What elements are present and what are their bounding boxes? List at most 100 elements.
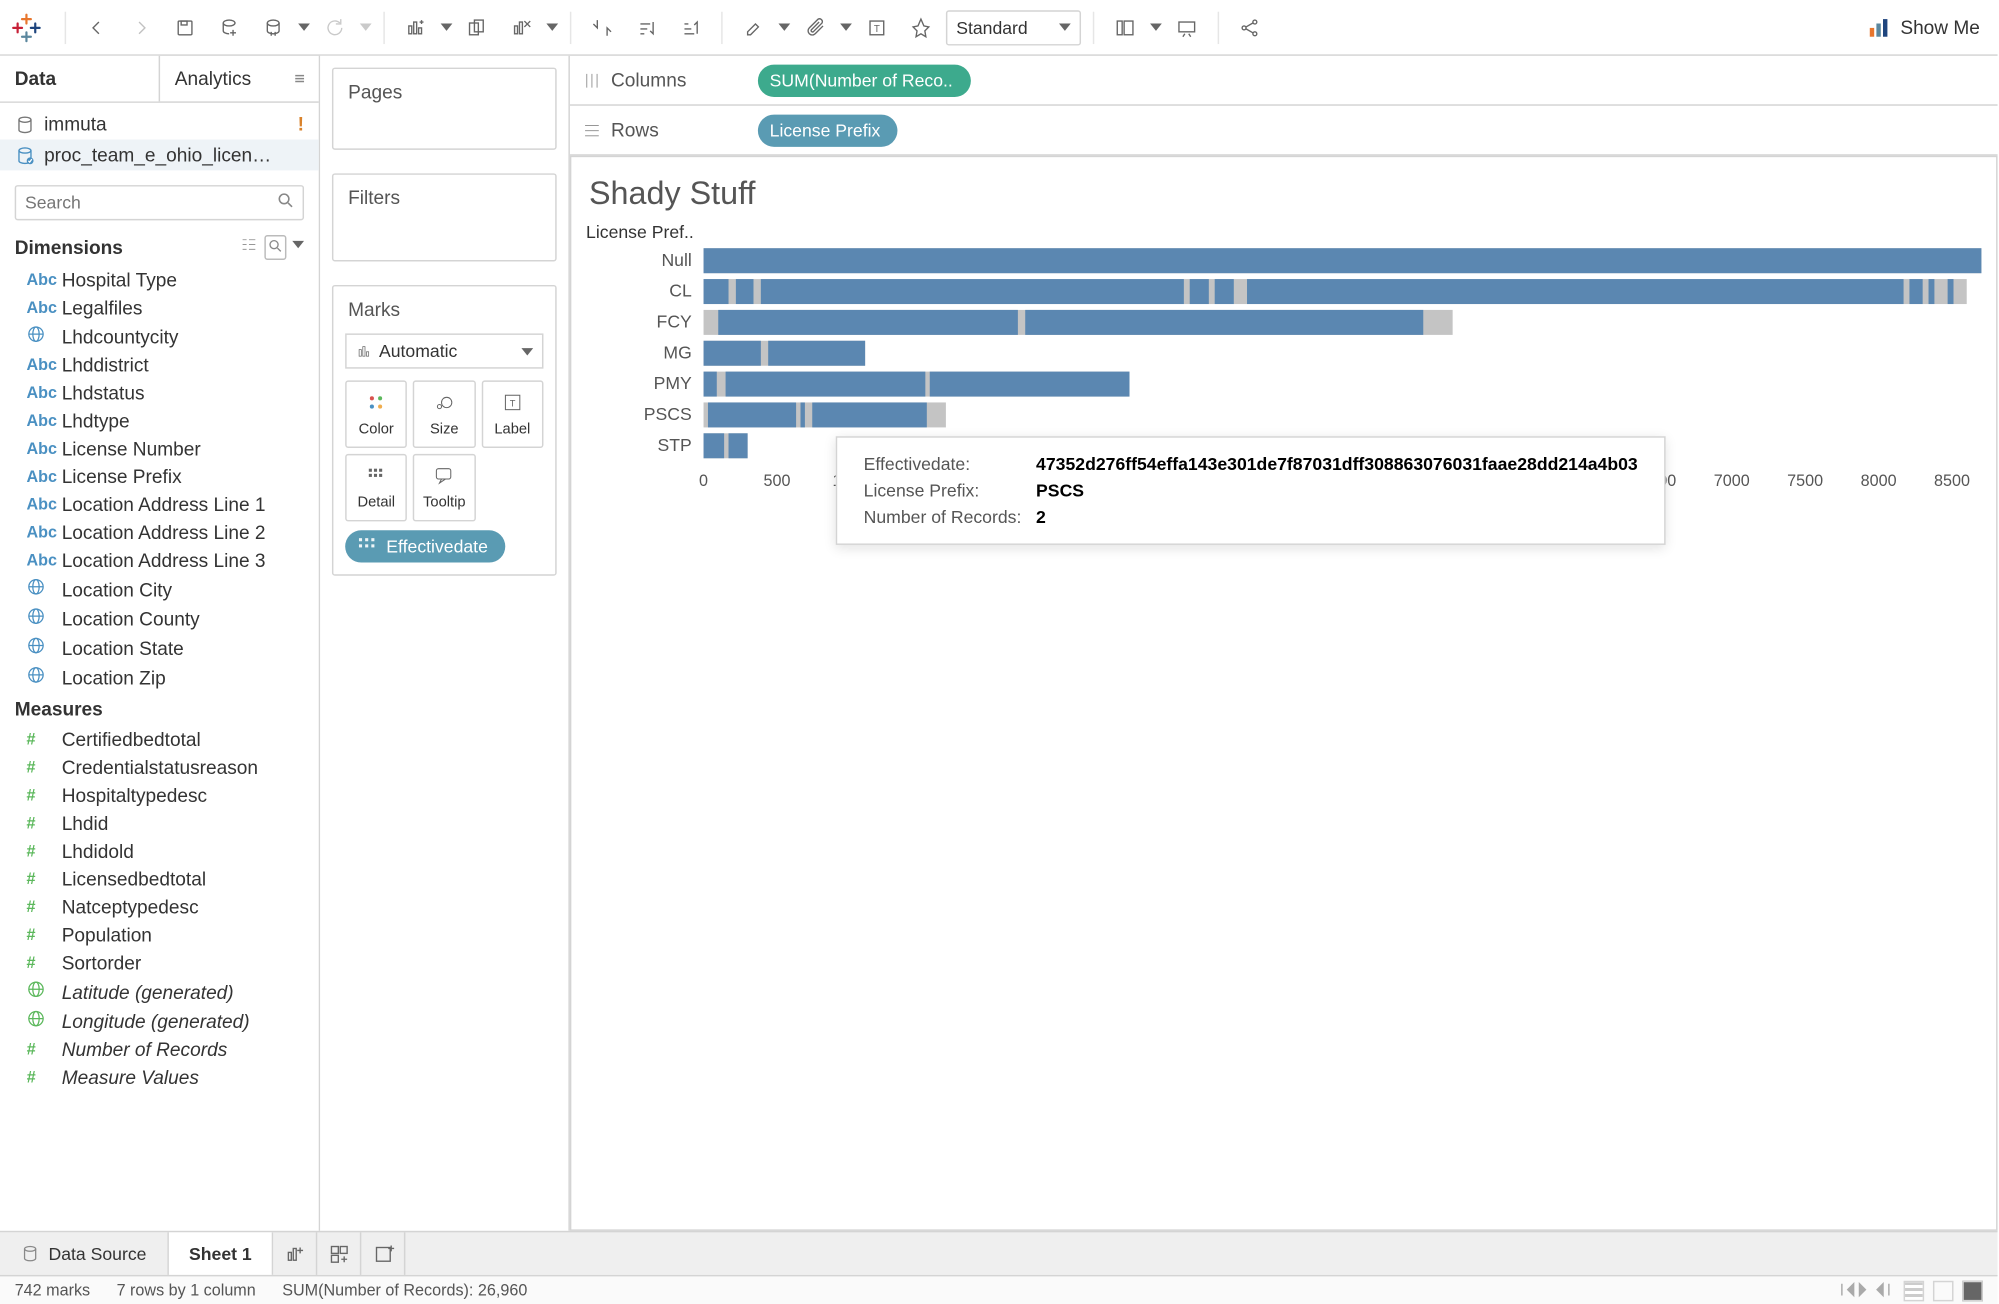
measure-field[interactable]: #Measure Values [0,1063,319,1091]
columns-shelf[interactable]: Columns SUM(Number of Reco.. [570,56,1998,106]
caret-down-icon[interactable] [441,24,453,31]
measure-field[interactable]: #Lhdidold [0,837,319,865]
dimension-field[interactable]: Lhdcountycity [0,322,319,351]
bar-segment[interactable] [1948,279,1954,304]
rows-pill[interactable]: License Prefix [758,114,898,146]
new-worksheet-icon[interactable] [397,8,435,46]
bar-segment[interactable] [929,372,1129,397]
fit-selector[interactable]: Standard [946,10,1081,45]
dimension-field[interactable]: AbcLocation Address Line 3 [0,546,319,574]
bar-segment[interactable] [719,310,1019,335]
bar-segment[interactable] [725,372,925,397]
refresh-icon[interactable] [316,8,354,46]
data-source-tab[interactable]: Data Source [0,1232,168,1275]
new-datasource-icon[interactable] [210,8,248,46]
columns-pill[interactable]: SUM(Number of Reco.. [758,64,971,96]
marks-label-button[interactable]: T Label [481,380,543,448]
datasource-item[interactable]: immuta ! [0,109,319,140]
bar-segment[interactable] [704,372,717,397]
measure-field[interactable]: Latitude (generated) [0,977,319,1006]
measure-field[interactable]: Longitude (generated) [0,1006,319,1035]
swap-icon[interactable] [583,8,621,46]
pages-shelf[interactable]: Pages [332,68,557,150]
tab-data[interactable]: Data [0,56,160,102]
presentation-icon[interactable] [1168,8,1206,46]
marks-detail-pill[interactable]: Effectivedate [345,530,505,562]
caret-down-icon[interactable] [1150,24,1162,31]
sort-asc-icon[interactable] [627,8,665,46]
view-film-icon[interactable] [1933,1280,1954,1301]
marks-tooltip-button[interactable]: Tooltip [413,454,475,522]
measure-field[interactable]: #Lhdid [0,809,319,837]
duplicate-sheet-icon[interactable] [458,8,496,46]
bar-segment[interactable] [704,248,1982,273]
show-cards-icon[interactable] [1106,8,1144,46]
marks-detail-button[interactable]: Detail [345,454,407,522]
measure-field[interactable]: #Number of Records [0,1036,319,1064]
bar-segment[interactable] [728,433,748,458]
bar-segment[interactable] [735,279,754,304]
bar-segment[interactable] [800,402,805,427]
viz-canvas[interactable]: Shady Stuff License Pref.. NullCLFCYMGPM… [570,156,1998,1231]
attach-icon[interactable] [796,8,834,46]
measure-field[interactable]: #Natceptypedesc [0,893,319,921]
measure-field[interactable]: #Certifiedbedtotal [0,726,319,754]
bar-segment[interactable] [768,341,865,366]
rows-shelf[interactable]: Rows License Prefix [570,106,1998,156]
collapse-icon[interactable] [292,68,307,90]
bar-segment[interactable] [708,402,795,427]
caret-down-icon[interactable] [298,24,310,31]
bar-segment[interactable] [813,402,927,427]
search-input[interactable] [15,185,304,220]
viz-title[interactable]: Shady Stuff [589,175,1973,213]
bar-segment[interactable] [760,279,1183,304]
caret-down-icon[interactable] [546,24,558,31]
clear-sheet-icon[interactable] [502,8,540,46]
dimension-field[interactable]: AbcLhdtype [0,407,319,435]
dimension-field[interactable]: Location City [0,574,319,603]
datasource-item[interactable]: proc_team_e_ohio_licen… [0,140,319,171]
nav-first-icon[interactable] [1836,1280,1895,1298]
new-dashboard-tab-icon[interactable] [318,1232,362,1276]
dimension-field[interactable]: AbcLhdstatus [0,379,319,407]
caret-down-icon[interactable] [778,24,790,31]
measure-field[interactable]: #Credentialstatusreason [0,753,319,781]
bar-segment[interactable] [1190,279,1209,304]
bar-segment[interactable] [704,279,729,304]
measure-field[interactable]: #Licensedbedtotal [0,865,319,893]
dimension-field[interactable]: Location Zip [0,662,319,691]
sheet-tab[interactable]: Sheet 1 [168,1232,273,1275]
measure-field[interactable]: #Sortorder [0,949,319,977]
marks-color-button[interactable]: Color [345,380,407,448]
caret-down-icon[interactable] [360,24,372,31]
bar-segment[interactable] [704,433,724,458]
dimension-field[interactable]: AbcHospital Type [0,266,319,294]
text-label-icon[interactable]: T [858,8,896,46]
bar-segment[interactable] [1215,279,1234,304]
dimension-field[interactable]: AbcLegalfiles [0,294,319,322]
dimension-field[interactable]: AbcLicense Prefix [0,463,319,491]
redo-icon[interactable] [122,8,160,46]
dimension-field[interactable]: Location County [0,604,319,633]
dimension-field[interactable]: AbcLicense Number [0,435,319,463]
view-single-icon[interactable] [1962,1280,1983,1301]
filters-shelf[interactable]: Filters [332,173,557,261]
caret-down-icon[interactable] [840,24,852,31]
highlight-icon[interactable] [734,8,772,46]
bar-segment[interactable] [704,341,761,366]
dimension-field[interactable]: Location State [0,633,319,662]
bar-segment[interactable] [1026,310,1423,335]
pin-icon[interactable] [902,8,940,46]
dimension-field[interactable]: AbcLocation Address Line 2 [0,518,319,546]
dimension-field[interactable]: AbcLocation Address Line 1 [0,491,319,519]
bar-segment[interactable] [1929,279,1935,304]
new-story-tab-icon[interactable] [362,1232,406,1276]
dimension-field[interactable]: AbcLhddistrict [0,351,319,379]
show-me-button[interactable]: Show Me [1856,14,1988,40]
new-worksheet-tab-icon[interactable] [274,1232,318,1276]
tab-analytics[interactable]: Analytics [160,56,319,102]
pause-updates-icon[interactable] [254,8,292,46]
find-field-icon[interactable] [264,235,286,260]
view-grid-icon[interactable] [1904,1280,1925,1301]
measure-field[interactable]: #Population [0,921,319,949]
